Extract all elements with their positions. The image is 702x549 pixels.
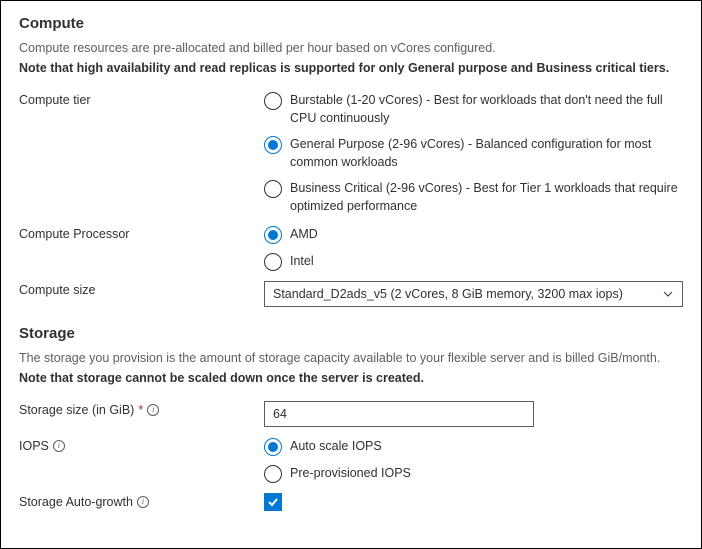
compute-size-value: Standard_D2ads_v5 (2 vCores, 8 GiB memor… xyxy=(273,287,623,301)
processor-intel[interactable]: Intel xyxy=(264,252,683,271)
storage-heading: Storage xyxy=(19,325,683,342)
compute-size-select[interactable]: Standard_D2ads_v5 (2 vCores, 8 GiB memor… xyxy=(264,281,683,307)
info-icon[interactable]: i xyxy=(137,496,149,508)
iops-label: IOPS i xyxy=(19,437,264,453)
info-icon[interactable]: i xyxy=(53,440,65,452)
storage-note: Note that storage cannot be scaled down … xyxy=(19,370,683,388)
compute-description: Compute resources are pre-allocated and … xyxy=(19,40,683,58)
iops-pre-provisioned[interactable]: Pre-provisioned IOPS xyxy=(264,464,683,483)
check-icon xyxy=(266,495,280,509)
tier-burstable[interactable]: Burstable (1-20 vCores) - Best for workl… xyxy=(264,91,683,127)
radio-icon xyxy=(264,253,282,271)
compute-heading: Compute xyxy=(19,15,683,32)
iops-pre-label: Pre-provisioned IOPS xyxy=(290,464,411,483)
tier-general-purpose[interactable]: General Purpose (2-96 vCores) - Balanced… xyxy=(264,135,683,171)
processor-intel-label: Intel xyxy=(290,252,314,271)
compute-storage-panel: Compute Compute resources are pre-alloca… xyxy=(0,0,702,549)
tier-business-critical[interactable]: Business Critical (2-96 vCores) - Best f… xyxy=(264,179,683,215)
storage-description: The storage you provision is the amount … xyxy=(19,350,683,368)
required-asterisk: * xyxy=(138,403,143,417)
compute-size-label: Compute size xyxy=(19,281,264,297)
storage-size-label: Storage size (in GiB) * i xyxy=(19,401,264,417)
processor-amd-label: AMD xyxy=(290,225,318,244)
radio-icon xyxy=(264,438,282,456)
tier-general-label: General Purpose (2-96 vCores) - Balanced… xyxy=(290,135,683,171)
chevron-down-icon xyxy=(662,288,674,300)
radio-icon xyxy=(264,136,282,154)
compute-tier-label: Compute tier xyxy=(19,91,264,107)
processor-amd[interactable]: AMD xyxy=(264,225,683,244)
compute-processor-label: Compute Processor xyxy=(19,225,264,241)
tier-burstable-label: Burstable (1-20 vCores) - Best for workl… xyxy=(290,91,683,127)
radio-icon xyxy=(264,92,282,110)
compute-note: Note that high availability and read rep… xyxy=(19,60,683,78)
iops-auto-label: Auto scale IOPS xyxy=(290,437,382,456)
tier-business-label: Business Critical (2-96 vCores) - Best f… xyxy=(290,179,683,215)
radio-icon xyxy=(264,226,282,244)
radio-icon xyxy=(264,465,282,483)
storage-size-input[interactable] xyxy=(264,401,534,427)
storage-autogrowth-checkbox[interactable] xyxy=(264,493,282,511)
info-icon[interactable]: i xyxy=(147,404,159,416)
storage-autogrowth-label: Storage Auto-growth i xyxy=(19,493,264,509)
iops-auto-scale[interactable]: Auto scale IOPS xyxy=(264,437,683,456)
radio-icon xyxy=(264,180,282,198)
